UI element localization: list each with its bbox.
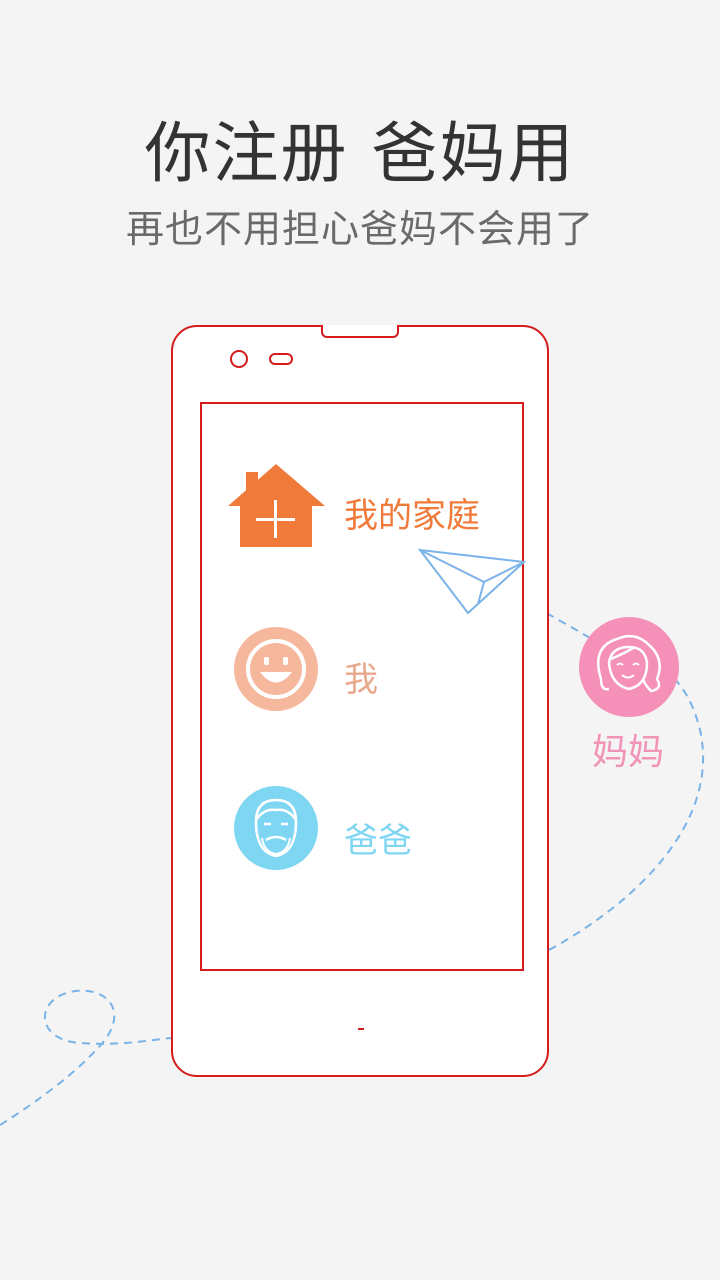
house-plus-icon	[228, 464, 325, 547]
mom-avatar[interactable]	[579, 617, 679, 717]
phone-camera	[230, 350, 248, 368]
menu-label-my-family: 我的家庭	[344, 496, 480, 536]
menu-label-dad: 爸爸	[344, 821, 412, 861]
onboarding-screen: 你注册 爸妈用 再也不用担心爸妈不会用了 我的家庭 我 爸爸 妈妈	[0, 0, 720, 1280]
phone-home-key	[358, 1028, 364, 1030]
phone-speaker	[269, 353, 293, 365]
menu-label-me: 我	[344, 660, 378, 700]
smiley-face-icon	[234, 627, 318, 711]
menu-item-me[interactable]	[234, 627, 434, 711]
paper-plane-icon	[418, 548, 527, 615]
mother-face-icon	[597, 634, 661, 693]
flight-path-left	[0, 989, 172, 1126]
father-face-icon	[234, 786, 318, 870]
phone-notch	[321, 325, 399, 338]
mom-label: 妈妈	[592, 732, 665, 773]
